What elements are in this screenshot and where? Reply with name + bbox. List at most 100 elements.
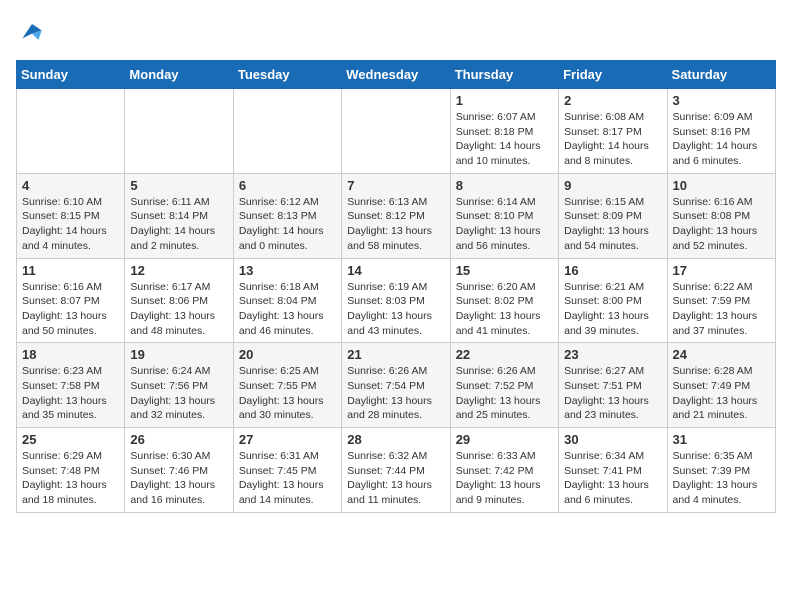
day-number: 21 [347,347,444,362]
day-number: 5 [130,178,227,193]
logo [16,16,52,48]
calendar-week-3: 11Sunrise: 6:16 AMSunset: 8:07 PMDayligh… [17,258,776,343]
calendar-cell: 16 Sunrise: 6:21 AMSunset: 8:00 PMDayligh… [559,258,667,343]
page-header [16,16,776,48]
day-info: Sunrise: 6:35 AMSunset: 7:39 PMDaylight:… [673,449,770,508]
col-header-thursday: Thursday [450,61,558,89]
calendar-cell: 26 Sunrise: 6:30 AMSunset: 7:46 PMDayligh… [125,428,233,513]
day-info: Sunrise: 6:19 AMSunset: 8:03 PMDaylight:… [347,280,444,339]
calendar-cell: 29 Sunrise: 6:33 AMSunset: 7:42 PMDayligh… [450,428,558,513]
day-number: 8 [456,178,553,193]
day-number: 14 [347,263,444,278]
day-info: Sunrise: 6:08 AMSunset: 8:17 PMDaylight:… [564,110,661,169]
calendar-table: SundayMondayTuesdayWednesdayThursdayFrid… [16,60,776,513]
calendar-cell: 4 Sunrise: 6:10 AMSunset: 8:15 PMDaylight… [17,173,125,258]
day-info: Sunrise: 6:34 AMSunset: 7:41 PMDaylight:… [564,449,661,508]
day-number: 10 [673,178,770,193]
calendar-cell: 24 Sunrise: 6:28 AMSunset: 7:49 PMDayligh… [667,343,775,428]
calendar-week-1: 1 Sunrise: 6:07 AMSunset: 8:18 PMDaylight… [17,89,776,174]
day-info: Sunrise: 6:15 AMSunset: 8:09 PMDaylight:… [564,195,661,254]
calendar-cell: 30Sunrise: 6:34 AMSunset: 7:41 PMDayligh… [559,428,667,513]
col-header-tuesday: Tuesday [233,61,341,89]
day-number: 20 [239,347,336,362]
col-header-friday: Friday [559,61,667,89]
calendar-cell: 17 Sunrise: 6:22 AMSunset: 7:59 PMDayligh… [667,258,775,343]
day-info: Sunrise: 6:07 AMSunset: 8:18 PMDaylight:… [456,110,553,169]
calendar-cell: 22 Sunrise: 6:26 AMSunset: 7:52 PMDayligh… [450,343,558,428]
calendar-cell: 13 Sunrise: 6:18 AMSunset: 8:04 PMDayligh… [233,258,341,343]
day-number: 25 [22,432,119,447]
day-number: 2 [564,93,661,108]
calendar-cell [342,89,450,174]
calendar-cell: 7 Sunrise: 6:13 AMSunset: 8:12 PMDaylight… [342,173,450,258]
day-info: Sunrise: 6:16 AMSunset: 8:08 PMDaylight:… [673,195,770,254]
day-info: Sunrise: 6:26 AMSunset: 7:54 PMDaylight:… [347,364,444,423]
day-number: 9 [564,178,661,193]
day-number: 4 [22,178,119,193]
day-number: 15 [456,263,553,278]
day-info: Sunrise: 6:16 AMSunset: 8:07 PMDaylight:… [22,280,119,339]
calendar-cell [125,89,233,174]
day-info: Sunrise: 6:33 AMSunset: 7:42 PMDaylight:… [456,449,553,508]
calendar-cell: 9 Sunrise: 6:15 AMSunset: 8:09 PMDaylight… [559,173,667,258]
day-number: 6 [239,178,336,193]
day-info: Sunrise: 6:25 AMSunset: 7:55 PMDaylight:… [239,364,336,423]
day-info: Sunrise: 6:26 AMSunset: 7:52 PMDaylight:… [456,364,553,423]
day-number: 17 [673,263,770,278]
day-number: 31 [673,432,770,447]
calendar-week-5: 25 Sunrise: 6:29 AMSunset: 7:48 PMDayligh… [17,428,776,513]
day-info: Sunrise: 6:30 AMSunset: 7:46 PMDaylight:… [130,449,227,508]
calendar-cell [17,89,125,174]
day-number: 29 [456,432,553,447]
calendar-cell: 20 Sunrise: 6:25 AMSunset: 7:55 PMDayligh… [233,343,341,428]
calendar-cell: 25 Sunrise: 6:29 AMSunset: 7:48 PMDayligh… [17,428,125,513]
day-info: Sunrise: 6:10 AMSunset: 8:15 PMDaylight:… [22,195,119,254]
day-number: 26 [130,432,227,447]
day-info: Sunrise: 6:32 AMSunset: 7:44 PMDaylight:… [347,449,444,508]
day-number: 16 [564,263,661,278]
calendar-header-row: SundayMondayTuesdayWednesdayThursdayFrid… [17,61,776,89]
day-number: 23 [564,347,661,362]
col-header-saturday: Saturday [667,61,775,89]
calendar-cell: 11Sunrise: 6:16 AMSunset: 8:07 PMDayligh… [17,258,125,343]
day-number: 13 [239,263,336,278]
calendar-week-2: 4 Sunrise: 6:10 AMSunset: 8:15 PMDaylight… [17,173,776,258]
calendar-cell: 8 Sunrise: 6:14 AMSunset: 8:10 PMDaylight… [450,173,558,258]
logo-icon [16,16,48,48]
day-number: 19 [130,347,227,362]
calendar-cell: 27 Sunrise: 6:31 AMSunset: 7:45 PMDayligh… [233,428,341,513]
day-info: Sunrise: 6:31 AMSunset: 7:45 PMDaylight:… [239,449,336,508]
day-info: Sunrise: 6:27 AMSunset: 7:51 PMDaylight:… [564,364,661,423]
day-number: 7 [347,178,444,193]
day-number: 12 [130,263,227,278]
calendar-cell: 12Sunrise: 6:17 AMSunset: 8:06 PMDayligh… [125,258,233,343]
calendar-cell: 18 Sunrise: 6:23 AMSunset: 7:58 PMDayligh… [17,343,125,428]
day-info: Sunrise: 6:24 AMSunset: 7:56 PMDaylight:… [130,364,227,423]
calendar-cell: 5Sunrise: 6:11 AMSunset: 8:14 PMDaylight… [125,173,233,258]
day-info: Sunrise: 6:12 AMSunset: 8:13 PMDaylight:… [239,195,336,254]
calendar-cell: 31 Sunrise: 6:35 AMSunset: 7:39 PMDayligh… [667,428,775,513]
calendar-cell: 15Sunrise: 6:20 AMSunset: 8:02 PMDayligh… [450,258,558,343]
day-info: Sunrise: 6:21 AMSunset: 8:00 PMDaylight:… [564,280,661,339]
day-number: 27 [239,432,336,447]
day-info: Sunrise: 6:29 AMSunset: 7:48 PMDaylight:… [22,449,119,508]
calendar-cell [233,89,341,174]
day-info: Sunrise: 6:18 AMSunset: 8:04 PMDaylight:… [239,280,336,339]
day-number: 28 [347,432,444,447]
day-number: 1 [456,93,553,108]
day-info: Sunrise: 6:22 AMSunset: 7:59 PMDaylight:… [673,280,770,339]
day-info: Sunrise: 6:28 AMSunset: 7:49 PMDaylight:… [673,364,770,423]
col-header-sunday: Sunday [17,61,125,89]
day-info: Sunrise: 6:13 AMSunset: 8:12 PMDaylight:… [347,195,444,254]
day-number: 22 [456,347,553,362]
day-number: 24 [673,347,770,362]
calendar-cell: 28 Sunrise: 6:32 AMSunset: 7:44 PMDayligh… [342,428,450,513]
calendar-cell: 23 Sunrise: 6:27 AMSunset: 7:51 PMDayligh… [559,343,667,428]
calendar-cell: 6 Sunrise: 6:12 AMSunset: 8:13 PMDaylight… [233,173,341,258]
calendar-cell: 19 Sunrise: 6:24 AMSunset: 7:56 PMDayligh… [125,343,233,428]
calendar-cell: 3Sunrise: 6:09 AMSunset: 8:16 PMDaylight… [667,89,775,174]
day-number: 18 [22,347,119,362]
calendar-cell: 21 Sunrise: 6:26 AMSunset: 7:54 PMDayligh… [342,343,450,428]
day-info: Sunrise: 6:14 AMSunset: 8:10 PMDaylight:… [456,195,553,254]
day-info: Sunrise: 6:23 AMSunset: 7:58 PMDaylight:… [22,364,119,423]
